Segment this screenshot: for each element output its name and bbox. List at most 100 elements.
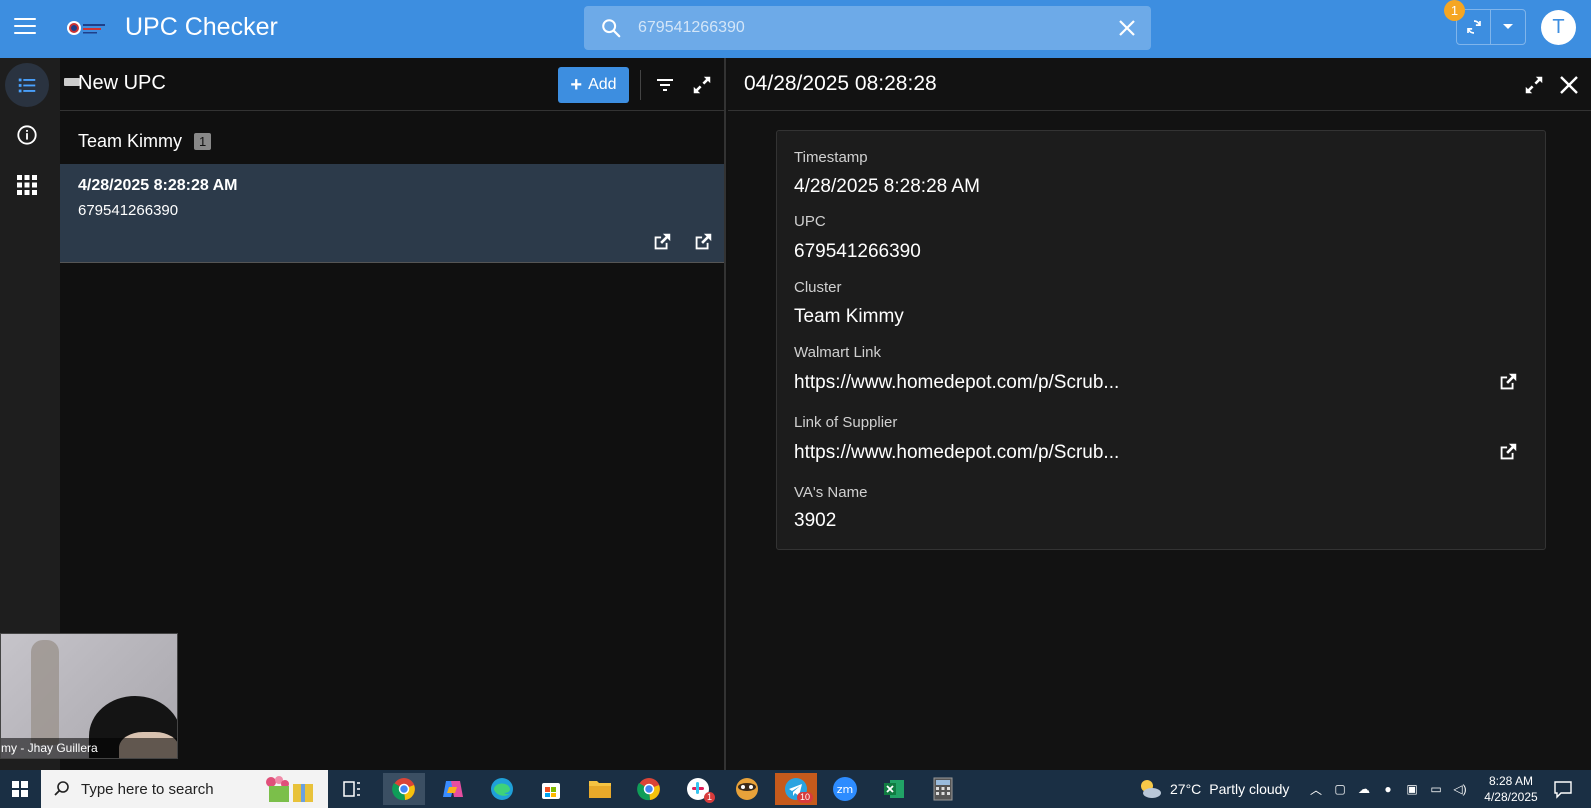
taskbar-app-character[interactable] bbox=[726, 773, 768, 805]
taskbar-copilot[interactable] bbox=[432, 773, 474, 805]
sync-button-group bbox=[1456, 9, 1526, 45]
close-icon[interactable] bbox=[1117, 18, 1137, 38]
filter-icon[interactable] bbox=[656, 76, 674, 94]
edge-icon bbox=[491, 778, 513, 800]
webcam-label: my - Jhay Guillera bbox=[1, 738, 177, 758]
rail-item-apps[interactable] bbox=[5, 163, 49, 207]
sync-badge: 1 bbox=[1444, 0, 1465, 21]
search-icon bbox=[54, 781, 69, 796]
add-button-label: Add bbox=[588, 76, 617, 93]
character-app-icon bbox=[736, 778, 758, 800]
store-icon bbox=[542, 783, 560, 799]
field-value-supplier-link[interactable]: https://www.homedepot.com/p/Scrub... bbox=[794, 442, 1119, 464]
weather-text: Partly cloudy bbox=[1209, 781, 1290, 797]
rail-item-list[interactable] bbox=[5, 63, 49, 107]
field-value-cluster: Team Kimmy bbox=[794, 306, 904, 327]
group-header[interactable]: Team Kimmy 1 bbox=[78, 131, 212, 152]
field-value-upc: 679541266390 bbox=[794, 241, 921, 262]
row-upc: 679541266390 bbox=[78, 202, 179, 219]
field-label-walmart-link: Walmart Link bbox=[794, 344, 881, 361]
open-external-icon[interactable] bbox=[1497, 441, 1519, 463]
list-item[interactable]: 4/28/2025 8:28:28 AM 679541266390 bbox=[60, 164, 724, 263]
field-value-va-name: 3902 bbox=[794, 510, 837, 531]
clock-time: 8:28 AM bbox=[1488, 774, 1534, 788]
meet-icon[interactable]: ▢ bbox=[1331, 780, 1349, 798]
expand-icon[interactable] bbox=[691, 74, 713, 96]
app-title: UPC Checker bbox=[125, 13, 278, 41]
svg-text:zm: zm bbox=[837, 783, 854, 796]
taskbar-excel[interactable] bbox=[873, 773, 915, 805]
sync-dropdown-button[interactable] bbox=[1491, 10, 1525, 44]
list-toolbar: New UPC + Add bbox=[60, 58, 724, 111]
taskbar-chrome-profile[interactable] bbox=[628, 773, 670, 805]
system-clock[interactable]: 8:28 AM 4/28/2025 bbox=[1476, 773, 1546, 805]
notification-icon[interactable] bbox=[1553, 779, 1573, 799]
search-input[interactable] bbox=[638, 14, 1098, 42]
system-tray: ︿ ▢ ☁ ● ▣ ▭ ◁) bbox=[1307, 770, 1469, 808]
close-icon[interactable] bbox=[1558, 74, 1580, 96]
network-icon[interactable]: ▭ bbox=[1427, 780, 1445, 798]
start-button[interactable] bbox=[0, 770, 40, 808]
taskbar-zoom[interactable]: zm bbox=[824, 773, 866, 805]
field-value-timestamp: 4/28/2025 8:28:28 AM bbox=[794, 176, 980, 197]
telegram-badge: 10 bbox=[796, 792, 813, 803]
rail-item-info[interactable] bbox=[5, 113, 49, 157]
app-window: UPC Checker 679541266390 1 T New UPC + A… bbox=[0, 0, 1591, 770]
chrome-icon bbox=[637, 778, 660, 801]
microphone-icon[interactable]: ● bbox=[1379, 780, 1397, 798]
info-icon bbox=[17, 125, 37, 145]
taskbar-telegram[interactable]: 10 bbox=[775, 773, 817, 805]
taskbar-file-explorer[interactable] bbox=[579, 773, 621, 805]
list-title: New UPC bbox=[78, 72, 166, 94]
taskbar-calculator[interactable] bbox=[922, 773, 964, 805]
search-bar[interactable] bbox=[584, 6, 1151, 50]
onedrive-icon[interactable]: ▣ bbox=[1403, 780, 1421, 798]
expand-icon[interactable] bbox=[1523, 74, 1545, 96]
taskbar-edge[interactable] bbox=[481, 773, 523, 805]
detail-card: Timestamp 4/28/2025 8:28:28 AM UPC 67954… bbox=[776, 130, 1546, 550]
open-external-icon[interactable] bbox=[1497, 371, 1519, 393]
taskbar-search[interactable]: Type here to search bbox=[41, 770, 328, 808]
webcam-preview[interactable]: my - Jhay Guillera bbox=[0, 633, 178, 759]
field-label-timestamp: Timestamp bbox=[794, 149, 868, 166]
volume-icon[interactable]: ◁) bbox=[1451, 780, 1469, 798]
search-icon bbox=[602, 19, 621, 38]
chevron-up-icon[interactable]: ︿ bbox=[1307, 780, 1325, 798]
row-timestamp: 4/28/2025 8:28:28 AM bbox=[78, 177, 238, 194]
weather-widget[interactable]: 27°C Partly cloudy bbox=[1138, 770, 1289, 808]
plus-icon: + bbox=[570, 74, 583, 96]
field-label-cluster: Cluster bbox=[794, 279, 842, 296]
detail-title: 04/28/2025 08:28:28 bbox=[744, 72, 937, 95]
add-button[interactable]: + Add bbox=[558, 67, 629, 103]
group-count-badge: 1 bbox=[194, 133, 212, 150]
list-icon bbox=[18, 78, 36, 93]
menu-icon[interactable] bbox=[14, 18, 36, 36]
zoom-icon: zm bbox=[833, 777, 857, 801]
cloud-icon[interactable]: ☁ bbox=[1355, 780, 1373, 798]
chrome-icon bbox=[392, 778, 415, 801]
taskbar-slack[interactable]: 1 bbox=[677, 773, 719, 805]
folder-icon bbox=[589, 781, 611, 798]
field-label-va-name: VA's Name bbox=[794, 484, 868, 501]
detail-panel: 04/28/2025 08:28:28 Timestamp 4/28/2025 … bbox=[728, 58, 1591, 770]
task-view-button[interactable] bbox=[331, 773, 373, 805]
copilot-icon bbox=[443, 781, 463, 797]
field-label-supplier-link: Link of Supplier bbox=[794, 414, 898, 431]
slack-badge: 1 bbox=[703, 792, 715, 803]
calculator-icon bbox=[933, 777, 953, 801]
taskbar-store[interactable] bbox=[530, 773, 572, 805]
partly-cloudy-icon bbox=[1141, 780, 1161, 798]
taskbar-search-placeholder: Type here to search bbox=[81, 781, 214, 798]
detail-toolbar: 04/28/2025 08:28:28 bbox=[728, 58, 1591, 111]
group-name: Team Kimmy bbox=[78, 131, 183, 151]
taskbar: Type here to search 1 10 zm 27°C Partly … bbox=[0, 770, 1591, 808]
taskbar-chrome[interactable] bbox=[383, 773, 425, 805]
chevron-down-icon bbox=[1503, 24, 1513, 29]
avatar[interactable]: T bbox=[1541, 10, 1576, 45]
open-external-icon[interactable] bbox=[651, 231, 673, 253]
apps-grid-icon bbox=[17, 175, 37, 195]
field-value-walmart-link[interactable]: https://www.homedepot.com/p/Scrub... bbox=[794, 372, 1119, 394]
open-external-icon[interactable] bbox=[692, 231, 714, 253]
app-header: UPC Checker 679541266390 1 T bbox=[0, 0, 1591, 58]
sync-icon bbox=[1466, 20, 1481, 34]
